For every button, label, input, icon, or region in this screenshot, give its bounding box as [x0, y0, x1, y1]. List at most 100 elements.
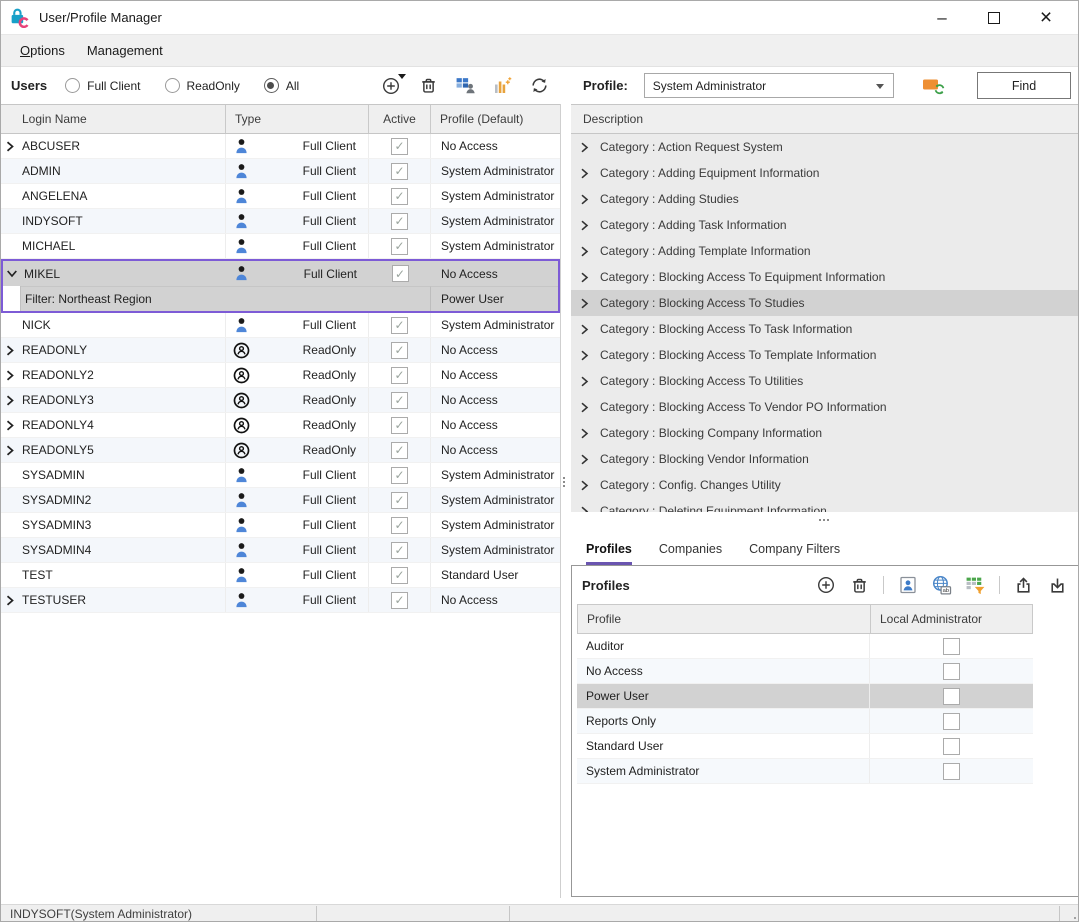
add-profile-button[interactable]: [815, 575, 836, 596]
local-admin-checkbox[interactable]: [943, 638, 960, 655]
refresh-button[interactable]: [528, 75, 550, 97]
radio-icon[interactable]: [264, 78, 279, 93]
active-checkbox[interactable]: [391, 592, 408, 609]
local-admin-checkbox[interactable]: [943, 663, 960, 680]
table-row[interactable]: NICK Full Client System Administrator: [1, 313, 560, 338]
local-admin-checkbox[interactable]: [943, 713, 960, 730]
active-checkbox[interactable]: [391, 367, 408, 384]
local-admin-checkbox[interactable]: [943, 688, 960, 705]
table-row[interactable]: ANGELENA Full Client System Administrato…: [1, 184, 560, 209]
radio-icon[interactable]: [165, 78, 180, 93]
table-row-selected[interactable]: MIKEL Full Client No Access: [3, 261, 558, 286]
tab[interactable]: Company Filters: [749, 542, 840, 565]
local-admin-checkbox[interactable]: [943, 738, 960, 755]
table-row[interactable]: MICHAEL Full Client System Administrator: [1, 234, 560, 259]
radio-option[interactable]: All: [264, 78, 299, 93]
expand-chevron-icon[interactable]: [580, 272, 589, 283]
radio-option[interactable]: ReadOnly: [165, 78, 240, 93]
category-item[interactable]: Category : Action Request System: [571, 134, 1079, 160]
add-user-button[interactable]: [380, 75, 402, 97]
table-row[interactable]: INDYSOFT Full Client System Administrato…: [1, 209, 560, 234]
radio-option[interactable]: Full Client: [65, 78, 140, 93]
table-row[interactable]: SYSADMIN Full Client System Administrato…: [1, 463, 560, 488]
category-item[interactable]: Category : Blocking Company Information: [571, 420, 1079, 446]
expand-chevron-icon[interactable]: [580, 376, 589, 387]
table-row[interactable]: ABCUSER Full Client No Access: [1, 134, 560, 159]
find-button[interactable]: Find: [977, 72, 1071, 99]
expand-chevron-icon[interactable]: [6, 370, 16, 381]
column-header-login[interactable]: Login Name: [1, 105, 226, 133]
expand-chevron-icon[interactable]: [580, 142, 589, 153]
profile-card-button[interactable]: [897, 575, 918, 596]
expand-chevron-icon[interactable]: [6, 445, 16, 456]
collapse-chevron-icon[interactable]: [8, 268, 18, 279]
import-button[interactable]: [1047, 575, 1068, 596]
category-item[interactable]: Category : Adding Task Information: [571, 212, 1079, 238]
category-item[interactable]: Category : Adding Template Information: [571, 238, 1079, 264]
profile-row[interactable]: Auditor: [577, 634, 1033, 659]
expand-chevron-icon[interactable]: [580, 194, 589, 205]
column-header-type[interactable]: Type: [226, 105, 369, 133]
category-item[interactable]: Category : Blocking Access To Task Infor…: [571, 316, 1079, 342]
expand-chevron-icon[interactable]: [580, 220, 589, 231]
category-item[interactable]: Category : Deleting Equipment Informatio…: [571, 498, 1079, 512]
category-item[interactable]: Category : Blocking Vendor Information: [571, 446, 1079, 472]
table-row[interactable]: SYSADMIN2 Full Client System Administrat…: [1, 488, 560, 513]
active-checkbox[interactable]: [391, 342, 408, 359]
table-row[interactable]: ADMIN Full Client System Administrator: [1, 159, 560, 184]
expand-chevron-icon[interactable]: [580, 350, 589, 361]
expand-chevron-icon[interactable]: [6, 345, 16, 356]
active-checkbox[interactable]: [391, 467, 408, 484]
category-item[interactable]: Category : Blocking Access To Studies: [571, 290, 1079, 316]
column-header-profile[interactable]: Profile (Default): [431, 105, 560, 133]
profile-row[interactable]: System Administrator: [577, 759, 1033, 784]
local-admin-checkbox[interactable]: [943, 763, 960, 780]
expand-chevron-icon[interactable]: [580, 506, 589, 513]
profile-combobox[interactable]: System Administrator: [644, 73, 894, 98]
active-checkbox[interactable]: [391, 542, 408, 559]
user-stats-button[interactable]: [491, 75, 513, 97]
active-checkbox[interactable]: [391, 492, 408, 509]
maximize-button[interactable]: [968, 1, 1020, 35]
table-row[interactable]: READONLY5 ReadOnly No Access: [1, 438, 560, 463]
column-header-profile[interactable]: Profile: [578, 605, 871, 633]
active-checkbox[interactable]: [391, 238, 408, 255]
active-checkbox[interactable]: [391, 567, 408, 584]
category-item[interactable]: Category : Config. Changes Utility: [571, 472, 1079, 498]
delete-user-button[interactable]: [417, 75, 439, 97]
table-row[interactable]: TESTUSER Full Client No Access: [1, 588, 560, 613]
active-checkbox[interactable]: [391, 442, 408, 459]
horizontal-splitter-handle[interactable]: [819, 519, 821, 521]
active-checkbox[interactable]: [391, 213, 408, 230]
chevron-down-icon[interactable]: [876, 84, 884, 89]
tab[interactable]: Companies: [659, 542, 722, 565]
table-row[interactable]: SYSADMIN3 Full Client System Administrat…: [1, 513, 560, 538]
category-item[interactable]: Category : Blocking Access To Template I…: [571, 342, 1079, 368]
export-button[interactable]: [1013, 575, 1034, 596]
minimize-button[interactable]: [916, 1, 968, 35]
table-row[interactable]: TEST Full Client Standard User: [1, 563, 560, 588]
expand-chevron-icon[interactable]: [580, 324, 589, 335]
profile-sync-icon[interactable]: [922, 76, 946, 96]
table-row[interactable]: READONLY2 ReadOnly No Access: [1, 363, 560, 388]
table-row[interactable]: READONLY3 ReadOnly No Access: [1, 388, 560, 413]
active-checkbox[interactable]: [391, 392, 408, 409]
expand-chevron-icon[interactable]: [580, 428, 589, 439]
radio-icon[interactable]: [65, 78, 80, 93]
expand-chevron-icon[interactable]: [580, 246, 589, 257]
profile-row[interactable]: No Access: [577, 659, 1033, 684]
expand-chevron-icon[interactable]: [6, 420, 16, 431]
table-row[interactable]: READONLY4 ReadOnly No Access: [1, 413, 560, 438]
column-header-local-admin[interactable]: Local Administrator: [871, 605, 1032, 633]
active-checkbox[interactable]: [391, 417, 408, 434]
profile-row[interactable]: Reports Only: [577, 709, 1033, 734]
profile-row[interactable]: Standard User: [577, 734, 1033, 759]
category-item[interactable]: Category : Blocking Access To Vendor PO …: [571, 394, 1079, 420]
close-button[interactable]: [1020, 1, 1072, 35]
profile-row[interactable]: Power User: [577, 684, 1033, 709]
expand-chevron-icon[interactable]: [580, 298, 589, 309]
expand-chevron-icon[interactable]: [580, 168, 589, 179]
language-globe-button[interactable]: ab: [931, 575, 952, 596]
table-row[interactable]: SYSADMIN4 Full Client System Administrat…: [1, 538, 560, 563]
category-item[interactable]: Category : Blocking Access To Equipment …: [571, 264, 1079, 290]
